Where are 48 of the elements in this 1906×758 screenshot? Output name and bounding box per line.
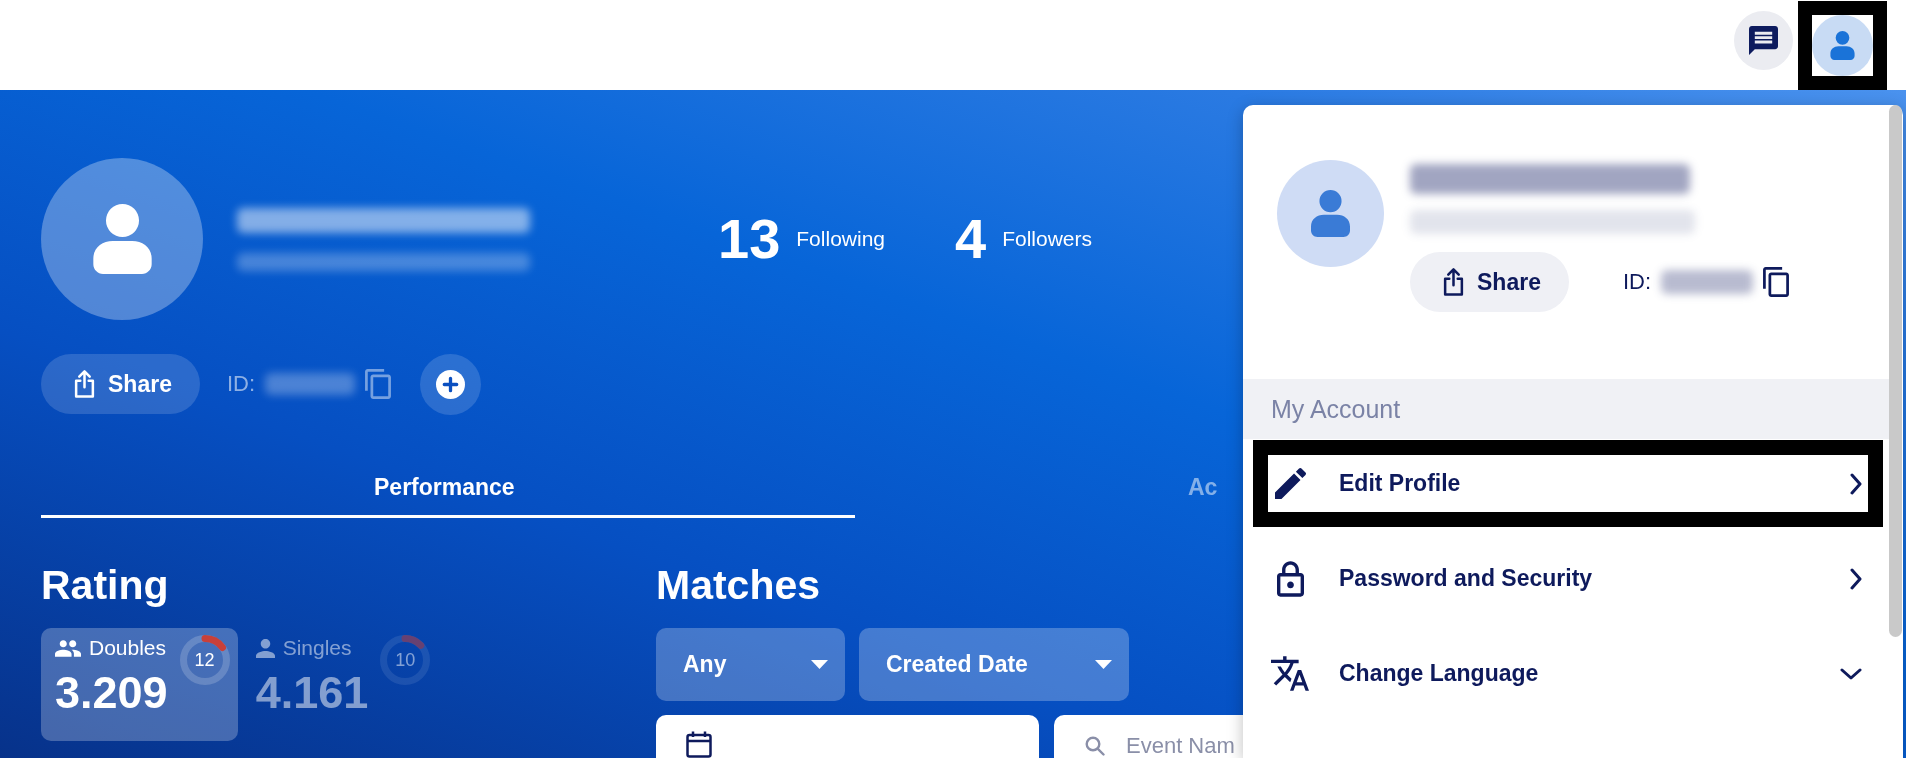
chat-icon — [1749, 25, 1778, 55]
search-icon — [1085, 736, 1105, 756]
stat-label: Followers — [1002, 227, 1093, 251]
chevron-right-icon — [1850, 567, 1862, 590]
id-label: ID: — [226, 371, 256, 397]
stat-value: 4 — [955, 211, 987, 267]
rating-type-label: Singles — [282, 636, 352, 660]
section-title: Rating — [41, 563, 170, 607]
stat-value: 13 — [718, 211, 781, 267]
plus-icon — [436, 369, 466, 399]
scrollbar-thumb[interactable] — [1889, 105, 1902, 637]
share-icon — [1442, 267, 1465, 297]
avatar-person-icon — [92, 204, 152, 274]
rating-card[interactable]: Doubles 3.209 12 — [41, 628, 238, 741]
copy-icon[interactable] — [1763, 267, 1790, 297]
caret-icon — [811, 660, 828, 669]
filter-dropdown[interactable]: Created Date — [859, 628, 1129, 701]
rating-type-label: Doubles — [89, 636, 167, 660]
person-icon — [1830, 30, 1855, 60]
filter-dropdown[interactable]: Any — [656, 628, 845, 701]
share-button[interactable]: Share — [41, 354, 200, 414]
profile-button[interactable] — [1812, 14, 1873, 76]
tab[interactable]: Performance — [41, 460, 855, 518]
person-icon — [255, 638, 275, 658]
section-header: My Account — [1243, 379, 1889, 439]
share-icon — [73, 369, 96, 399]
menu-item[interactable]: Edit Profile — [1253, 440, 1883, 527]
match-count: 12 — [194, 651, 215, 669]
rating-value: 3.209 — [55, 668, 168, 718]
people-icon — [55, 639, 81, 657]
rating-card[interactable]: Singles 4.161 10 — [241, 628, 439, 741]
id-label: ID: — [1622, 269, 1652, 295]
progress-ring — [380, 635, 431, 685]
calendar-icon — [686, 731, 712, 758]
stat-label: Following — [796, 227, 885, 251]
search-field[interactable]: Event Nam — [1054, 715, 1243, 758]
translate-icon — [1271, 656, 1309, 691]
caret-icon — [1095, 660, 1112, 669]
progress-ring — [179, 635, 230, 685]
date-field[interactable] — [656, 715, 1039, 758]
avatar-person-icon — [1311, 190, 1350, 237]
rating-value: 4.161 — [255, 668, 369, 718]
pencil-icon — [1274, 468, 1306, 499]
section-title: Matches — [656, 563, 822, 607]
share-button[interactable]: Share — [1410, 252, 1569, 312]
lock-icon — [1276, 560, 1304, 597]
chevron-right-icon — [1850, 472, 1862, 495]
match-count: 10 — [395, 651, 416, 669]
